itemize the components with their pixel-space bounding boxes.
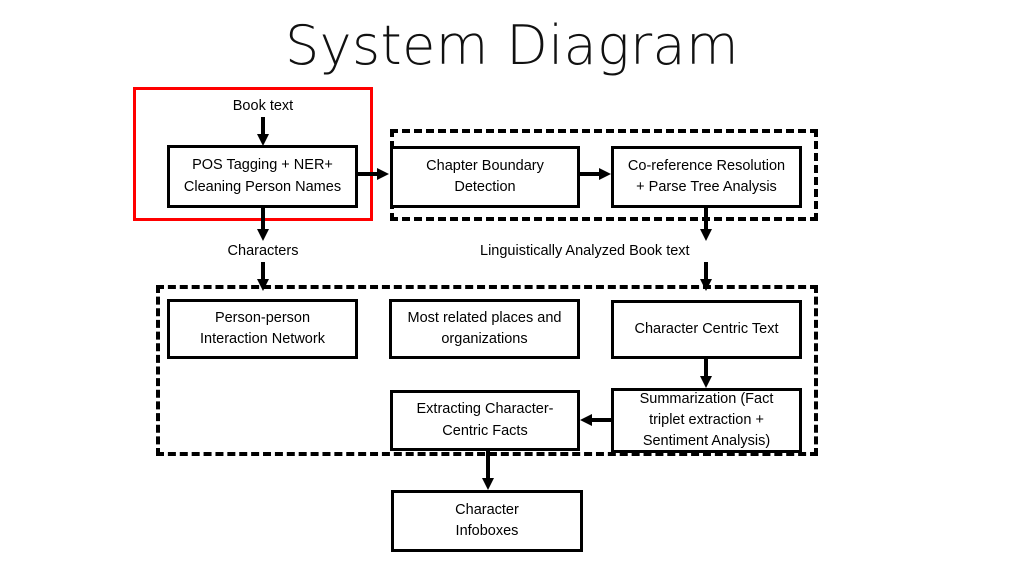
arrow-characters-to-analysis — [256, 262, 270, 292]
arrow-chapter-to-coreference — [580, 167, 612, 181]
box-pos-tagging[interactable]: POS Tagging + NER+ Cleaning Person Names — [167, 145, 358, 208]
places-line-1: Most related places and — [407, 309, 562, 326]
arrow-linguistic-to-analysis — [699, 262, 713, 292]
person-line-1: Person-person — [214, 309, 311, 326]
summ-line-3: Sentiment Analysis) — [642, 433, 771, 450]
pos-line-2: Cleaning Person Names — [183, 178, 342, 195]
box-coreference-resolution[interactable]: Co-reference Resolution + Parse Tree Ana… — [611, 146, 802, 208]
box-character-centric-text[interactable]: Character Centric Text — [611, 300, 802, 359]
box-chapter-boundary-detection[interactable]: Chapter Boundary Detection — [390, 146, 580, 208]
label-characters: Characters — [227, 243, 299, 259]
box-coreference-text: Co-reference Resolution + Parse Tree Ana… — [628, 156, 785, 198]
infobox-line-1: Character — [455, 501, 519, 518]
arrow-extracting-to-infoboxes — [481, 451, 495, 491]
diagram-canvas: System Diagram Book text POS Tagging + N… — [0, 0, 1024, 576]
box-places-orgs-text: Most related places and organizations — [408, 308, 562, 350]
box-summarization[interactable]: Summarization (Fact triplet extraction +… — [611, 388, 802, 453]
page-title: System Diagram — [284, 14, 740, 77]
box-summarization-text: Summarization (Fact triplet extraction +… — [640, 389, 774, 452]
coref-line-2: + Parse Tree Analysis — [636, 179, 777, 195]
infobox-line-2: Infoboxes — [455, 523, 519, 539]
box-person-person-interaction-network[interactable]: Person-person Interaction Network — [167, 299, 358, 359]
person-line-2: Interaction Network — [200, 331, 325, 347]
arrow-pos-to-chapter — [358, 167, 390, 181]
chapter-line-2: Detection — [454, 179, 516, 195]
extract-line-2: Centric Facts — [442, 422, 528, 439]
pos-line-1: POS Tagging + NER+ — [192, 157, 333, 174]
chapter-line-1: Chapter Boundary — [426, 157, 544, 174]
label-linguistically-analyzed-book-text: Linguistically Analyzed Book text — [480, 243, 690, 259]
box-pos-tagging-text: POS Tagging + NER+ Cleaning Person Names — [184, 155, 341, 197]
extract-line-1: Extracting Character- — [416, 401, 554, 418]
summ-line-1: Summarization (Fact — [639, 390, 774, 407]
box-character-centric-text-label: Character Centric Text — [634, 320, 779, 337]
box-extracting-character-centric-facts[interactable]: Extracting Character- Centric Facts — [390, 390, 580, 451]
box-extracting-facts-text: Extracting Character- Centric Facts — [417, 399, 554, 441]
arrow-summarization-to-extracting — [580, 413, 612, 427]
box-character-infoboxes[interactable]: Character Infoboxes — [391, 490, 583, 552]
label-book-text: Book text — [232, 98, 294, 114]
box-chapter-boundary-text: Chapter Boundary Detection — [426, 156, 544, 198]
summ-line-2: triplet extraction + — [649, 412, 764, 428]
box-most-related-places-organizations[interactable]: Most related places and organizations — [389, 299, 580, 359]
places-line-2: organizations — [441, 331, 528, 347]
arrow-centrictext-to-summarization — [699, 359, 713, 389]
box-character-infoboxes-text: Character Infoboxes — [455, 500, 519, 542]
coref-line-1: Co-reference Resolution — [627, 157, 786, 174]
arrow-coreference-down — [699, 208, 713, 242]
arrow-booktext-to-pos — [256, 117, 270, 147]
arrow-pos-to-characters — [256, 208, 270, 242]
box-person-network-text: Person-person Interaction Network — [200, 308, 325, 350]
